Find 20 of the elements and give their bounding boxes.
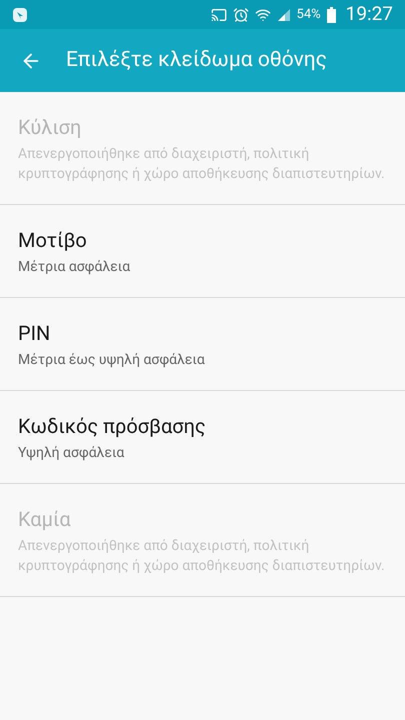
option-summary: Μέτρια ασφάλεια: [18, 258, 132, 277]
wifi-icon: [254, 6, 271, 22]
battery-icon: [326, 6, 336, 22]
option-title: Καμία: [18, 506, 72, 532]
option-title: Κύλιση: [18, 114, 82, 140]
alarm-icon: [232, 6, 249, 22]
option-title: Μοτίβο: [18, 227, 88, 253]
lock-option[interactable]: Μοτίβο Μέτρια ασφάλεια: [0, 205, 405, 298]
cast-icon: [210, 6, 227, 22]
screen-title: Επιλέξτε κλείδωμα οθόνης: [66, 46, 327, 74]
option-summary: Υψηλή ασφάλεια: [18, 444, 126, 463]
clock: 19:27: [346, 1, 393, 28]
option-title: Κωδικός πρόσβασης: [18, 413, 207, 439]
lock-option[interactable]: Κωδικός πρόσβασης Υψηλή ασφάλεια: [0, 391, 405, 484]
app-notification-icon: [12, 6, 28, 22]
signal-icon: [276, 8, 291, 22]
option-summary: Μέτρια έως υψηλή ασφάλεια: [18, 351, 206, 370]
option-title: PIN: [18, 320, 52, 346]
lock-option[interactable]: PIN Μέτρια έως υψηλή ασφάλεια: [0, 298, 405, 391]
battery-percentage: 54%: [296, 6, 321, 24]
